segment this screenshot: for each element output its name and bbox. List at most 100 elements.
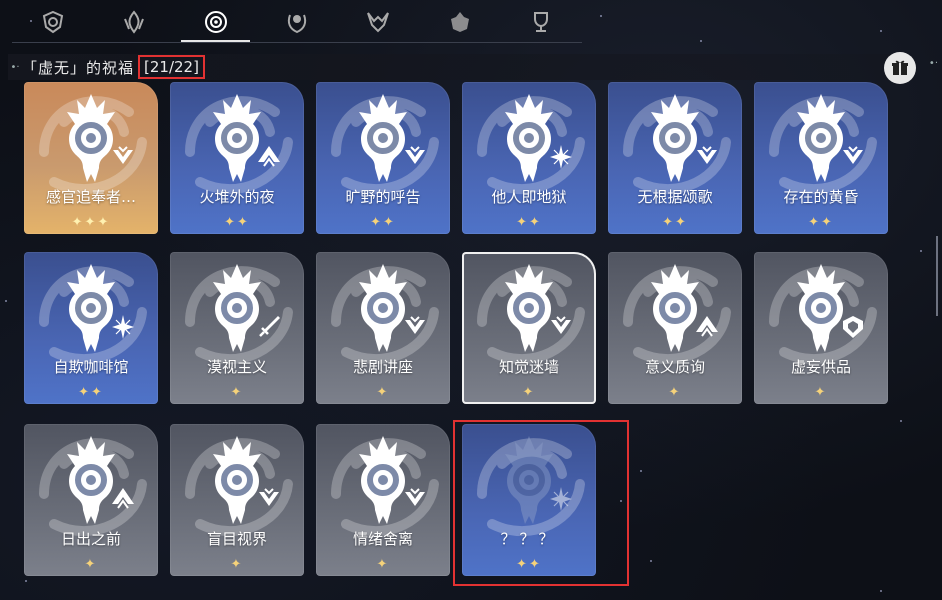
background-star bbox=[900, 420, 902, 422]
blessing-name: 情绪舍离 bbox=[352, 530, 413, 548]
blessing-card[interactable]: ？？？ ✦✦ bbox=[462, 424, 596, 576]
blessing-rarity-stars: ✦ bbox=[84, 557, 98, 572]
nihility-emblem-icon bbox=[651, 94, 699, 182]
nihility-emblem-icon bbox=[67, 264, 115, 352]
path-tab-3[interactable] bbox=[175, 0, 256, 44]
path-tab-5[interactable] bbox=[338, 0, 419, 44]
blessing-card[interactable]: 感官追奉者… ✦✦✦ bbox=[24, 82, 158, 234]
background-star bbox=[920, 250, 922, 252]
blessing-rarity-stars: ✦✦ bbox=[78, 385, 104, 400]
blessing-card[interactable]: 他人即地狱 ✦✦ bbox=[462, 82, 596, 234]
blessing-name: 日出之前 bbox=[60, 530, 121, 548]
chevron-path-icon bbox=[405, 316, 425, 334]
nihility-emblem-icon bbox=[204, 11, 227, 33]
blessing-header: •· 「虚无」的祝福 [21/22] bbox=[8, 54, 908, 80]
header-dots-right: •· bbox=[928, 58, 938, 69]
blessing-rarity-stars: ✦ bbox=[230, 385, 244, 400]
blessing-card[interactable]: 盲目视界 ✦ bbox=[170, 424, 304, 576]
chevron-path-icon bbox=[843, 146, 863, 164]
blessing-rarity-stars: ✦ bbox=[376, 385, 390, 400]
nihility-emblem-icon bbox=[359, 264, 407, 352]
star-burst-path-icon bbox=[112, 315, 134, 339]
arrow-up-path-icon bbox=[696, 316, 718, 337]
path-tab-1[interactable] bbox=[12, 0, 93, 44]
flame-emblem-icon bbox=[124, 10, 145, 34]
chevron-path-icon bbox=[405, 146, 425, 164]
chevron-path-icon bbox=[113, 146, 133, 164]
shield-path-icon bbox=[843, 316, 863, 338]
blessing-card[interactable]: 旷野的呼告 ✦✦ bbox=[316, 82, 450, 234]
blessing-card[interactable]: 意义质询 ✦ bbox=[608, 252, 742, 404]
blessing-card[interactable]: 无根据颂歌 ✦✦ bbox=[608, 82, 742, 234]
blessing-rarity-stars: ✦✦ bbox=[224, 215, 250, 230]
blessing-rarity-stars: ✦ bbox=[814, 385, 828, 400]
blessing-card[interactable]: 火堆外的夜 ✦✦ bbox=[170, 82, 304, 234]
sword-path-icon bbox=[259, 316, 280, 337]
path-tab-bar bbox=[12, 0, 582, 44]
blessing-name: 漠视主义 bbox=[206, 358, 267, 376]
horned-emblem-icon bbox=[367, 12, 390, 33]
blessing-card[interactable]: 情绪舍离 ✦ bbox=[316, 424, 450, 576]
shield-emblem-icon bbox=[42, 10, 63, 34]
blessing-name: 盲目视界 bbox=[206, 530, 267, 548]
scrollbar[interactable] bbox=[936, 236, 938, 316]
gift-icon bbox=[892, 60, 908, 75]
blessing-name: 虚妄供品 bbox=[790, 358, 851, 376]
background-star bbox=[25, 580, 27, 582]
blessing-count: [21/22] bbox=[138, 55, 205, 79]
path-tab-4[interactable] bbox=[256, 0, 337, 44]
path-tab-2[interactable] bbox=[93, 0, 174, 44]
nihility-emblem-icon bbox=[651, 264, 699, 352]
blessing-rarity-stars: ✦✦ bbox=[516, 215, 542, 230]
background-star bbox=[700, 40, 702, 42]
blessing-name: 自欺咖啡馆 bbox=[53, 358, 129, 376]
path-tab-6[interactable] bbox=[419, 0, 500, 44]
background-star bbox=[600, 15, 602, 17]
blessing-name: 悲剧讲座 bbox=[352, 358, 413, 376]
background-star bbox=[640, 470, 642, 472]
nihility-emblem-icon bbox=[359, 94, 407, 182]
star-burst-path-icon bbox=[550, 487, 572, 511]
background-star bbox=[650, 560, 652, 562]
blessing-rarity-stars: ✦ bbox=[376, 557, 390, 572]
blessing-name: 旷野的呼告 bbox=[345, 188, 421, 206]
laurel-emblem-icon bbox=[287, 14, 307, 34]
blessing-rarity-stars: ✦ bbox=[522, 385, 536, 400]
background-star bbox=[30, 20, 32, 22]
blessing-card[interactable]: 悲剧讲座 ✦ bbox=[316, 252, 450, 404]
nihility-emblem-icon bbox=[67, 94, 115, 182]
blessing-card[interactable]: 知觉迷墙 ✦ bbox=[462, 252, 596, 404]
blessing-rarity-stars: ✦ bbox=[668, 385, 682, 400]
nihility-emblem-icon bbox=[797, 94, 845, 182]
star-burst-path-icon bbox=[550, 145, 572, 169]
blessing-card[interactable]: 存在的黄昏 ✦✦ bbox=[754, 82, 888, 234]
blessing-name: 知觉迷墙 bbox=[498, 358, 559, 376]
blessing-rarity-stars: ✦✦ bbox=[662, 215, 688, 230]
nihility-emblem-icon bbox=[359, 436, 407, 524]
blessing-name: 火堆外的夜 bbox=[199, 188, 275, 206]
blessing-rarity-stars: ✦✦ bbox=[370, 215, 396, 230]
blessing-name: 意义质询 bbox=[644, 358, 705, 376]
mask-emblem-icon bbox=[450, 12, 469, 32]
background-star bbox=[620, 500, 622, 502]
trophy-emblem-icon bbox=[534, 12, 549, 32]
blessing-card[interactable]: 漠视主义 ✦ bbox=[170, 252, 304, 404]
chevron-path-icon bbox=[551, 316, 571, 334]
blessing-rarity-stars: ✦ bbox=[230, 557, 244, 572]
arrow-up-path-icon bbox=[112, 488, 134, 509]
header-dots: •· bbox=[10, 61, 20, 73]
blessing-name: 存在的黄昏 bbox=[783, 188, 859, 206]
blessing-card[interactable]: 自欺咖啡馆 ✦✦ bbox=[24, 252, 158, 404]
path-tab-7[interactable] bbox=[501, 0, 582, 44]
blessing-card[interactable]: 虚妄供品 ✦ bbox=[754, 252, 888, 404]
nihility-emblem-icon bbox=[213, 94, 261, 182]
blessing-name: 无根据颂歌 bbox=[637, 188, 713, 206]
chevron-path-icon bbox=[697, 146, 717, 164]
blessing-name: 他人即地狱 bbox=[491, 188, 567, 206]
nihility-emblem-icon bbox=[67, 436, 115, 524]
gift-button[interactable] bbox=[884, 52, 916, 84]
nihility-emblem-icon bbox=[505, 264, 553, 352]
blessing-name: 感官追奉者… bbox=[45, 188, 136, 206]
blessing-card[interactable]: 日出之前 ✦ bbox=[24, 424, 158, 576]
nihility-emblem-icon bbox=[213, 436, 261, 524]
